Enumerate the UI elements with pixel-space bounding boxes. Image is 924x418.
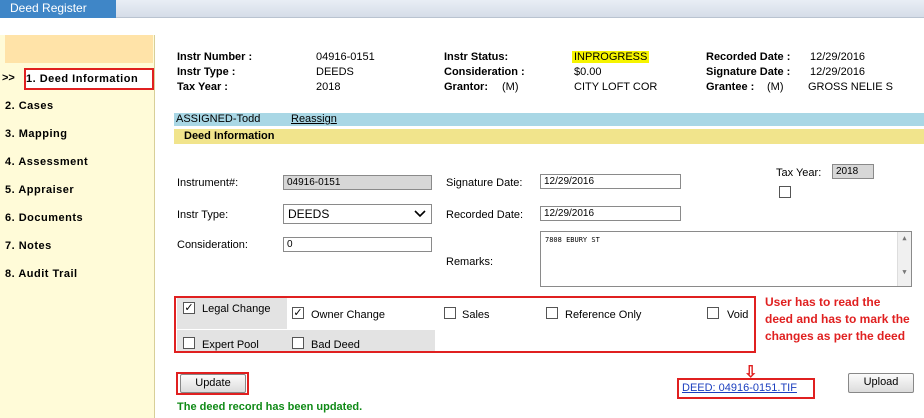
instr-type-field-label: Instr Type: — [177, 209, 229, 221]
remarks-label: Remarks: — [446, 256, 494, 268]
recorded-date-header-value: 12/29/2016 — [810, 51, 866, 63]
instr-type-value: DEEDS — [316, 66, 354, 78]
grantee-value: GROSS NELIE S — [808, 81, 893, 93]
sidebar-item-mapping[interactable]: 3. Mapping — [5, 124, 153, 146]
signature-date-header-label: Signature Date : — [706, 66, 791, 78]
annotation-line-3: changes as per the deed — [765, 329, 906, 343]
instrument-label: Instrument#: — [177, 177, 239, 189]
sidebar-header — [5, 35, 153, 63]
tax-year-value: 2018 — [316, 81, 341, 93]
grantor-marker: (M) — [502, 81, 519, 93]
sidebar-item-notes[interactable]: 7. Notes — [5, 236, 153, 258]
chevron-down-icon — [414, 207, 426, 222]
deed-link-highlight — [677, 378, 815, 399]
annotation-line-1: User has to read the — [765, 295, 881, 309]
signature-date-field-label: Signature Date: — [446, 177, 523, 189]
assigned-to-text: ASSIGNED-Todd — [176, 113, 261, 125]
signature-date-field[interactable]: 12/29/2016 — [540, 174, 681, 189]
sidebar-item-documents[interactable]: 6. Documents — [5, 208, 153, 230]
sidebar-item-assessment[interactable]: 4. Assessment — [5, 152, 153, 174]
recorded-date-header-label: Recorded Date : — [706, 51, 791, 63]
tax-year-field[interactable]: 2018 — [832, 164, 874, 179]
instr-type-label: Instr Type : — [177, 66, 236, 78]
section-title-deed-information: Deed Information — [174, 129, 924, 144]
tax-year-checkbox[interactable] — [779, 186, 791, 198]
upload-button[interactable]: Upload — [848, 373, 914, 393]
instr-number-value: 04916-0151 — [316, 51, 375, 63]
consideration-header-label: Consideration : — [444, 66, 525, 78]
instr-type-selected: DEEDS — [288, 207, 330, 221]
grantor-label: Grantor: — [444, 81, 488, 93]
top-tab-bar: Deed Register — [0, 0, 924, 18]
instr-number-label: Instr Number : — [177, 51, 253, 63]
remarks-scrollbar[interactable]: ▲ ▼ — [897, 232, 911, 286]
reassign-link[interactable]: Reassign — [291, 113, 337, 125]
tab-deed-register[interactable]: Deed Register — [0, 0, 116, 18]
tax-year-field-label: Tax Year: — [776, 167, 822, 179]
active-indicator: >> — [2, 72, 15, 84]
consideration-header-value: $0.00 — [574, 66, 602, 78]
instr-status-badge: INPROGRESS — [572, 51, 650, 63]
remarks-text: 7808 EBURY ST — [545, 236, 600, 244]
sidebar-item-deed-information[interactable]: 1. Deed Information — [24, 68, 154, 90]
tax-year-label: Tax Year : — [177, 81, 228, 93]
instrument-field[interactable]: 04916-0151 — [283, 175, 432, 190]
scroll-down-icon: ▼ — [902, 268, 907, 276]
assignment-bar: ASSIGNED-Todd Reassign — [174, 113, 924, 126]
sidebar-item-cases[interactable]: 2. Cases — [5, 96, 153, 118]
consideration-field[interactable]: 0 — [283, 237, 432, 252]
update-button-highlight — [176, 372, 249, 395]
change-flags-highlight — [174, 296, 756, 353]
consideration-field-label: Consideration: — [177, 239, 248, 251]
instr-status-label: Instr Status: — [444, 51, 509, 63]
annotation-note: User has to read the deed and has to mar… — [765, 294, 924, 345]
remarks-textarea[interactable]: 7808 EBURY ST ▲ ▼ — [540, 231, 912, 287]
sidebar-item-appraiser[interactable]: 5. Appraiser — [5, 180, 153, 202]
scroll-up-icon: ▲ — [902, 234, 907, 242]
recorded-date-field-label: Recorded Date: — [446, 209, 524, 221]
deed-register-window: Deed Register >> 1. Deed Information 2. … — [0, 0, 924, 418]
grantee-marker: (M) — [767, 81, 784, 93]
sidebar-item-audit-trail[interactable]: 8. Audit Trail — [5, 264, 153, 286]
grantor-value: CITY LOFT COR — [574, 81, 658, 93]
instr-type-select[interactable]: DEEDS — [283, 204, 432, 224]
recorded-date-field[interactable]: 12/29/2016 — [540, 206, 681, 221]
grantee-label: Grantee : — [706, 81, 755, 93]
signature-date-header-value: 12/29/2016 — [810, 66, 866, 78]
annotation-line-2: deed and has to mark the — [765, 312, 910, 326]
status-message: The deed record has been updated. — [177, 401, 363, 413]
